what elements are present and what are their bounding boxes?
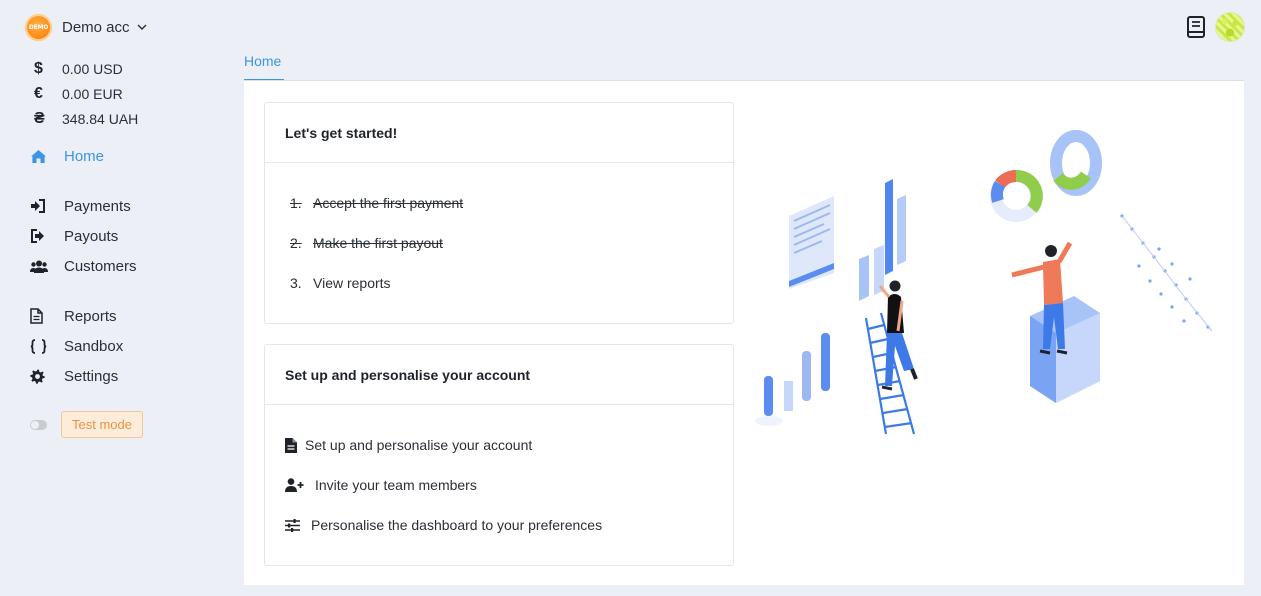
step-label: Make the first payout	[313, 235, 443, 251]
balance-value: 0.00 EUR	[62, 85, 123, 102]
step-label: Accept the first payment	[313, 195, 464, 211]
sliders-icon	[285, 518, 300, 532]
sidebar: DEMO Demo acc $ 0.00 USD € 0.00 EUR ₴ 34…	[0, 0, 230, 596]
step-item[interactable]: 1. Accept the first payment	[290, 183, 733, 223]
chevron-down-icon	[137, 24, 147, 30]
setup-item-label: Personalise the dashboard to your prefer…	[311, 517, 603, 533]
man-illustration	[1011, 241, 1100, 403]
sign-in-icon	[31, 199, 45, 213]
card-title: Let's get started!	[265, 103, 733, 163]
step-label: View reports	[313, 275, 391, 291]
setup-item-dashboard[interactable]: Personalise the dashboard to your prefer…	[285, 505, 733, 545]
sidebar-item-label: Sandbox	[64, 337, 124, 355]
step-number: 3.	[290, 275, 302, 291]
sidebar-item-customers[interactable]: Customers	[30, 253, 220, 279]
sidebar-item-label: Settings	[64, 367, 119, 385]
steps-list: 1. Accept the first payment 2. Make the …	[265, 163, 733, 303]
getting-started-card: Let's get started! 1. Accept the first p…	[264, 102, 734, 324]
sidebar-item-label: Payments	[64, 197, 131, 215]
sidebar-item-home[interactable]: Home	[30, 143, 220, 169]
sidebar-item-reports[interactable]: Reports	[30, 303, 220, 329]
document-icon	[285, 437, 297, 453]
account-logo: DEMO	[25, 13, 52, 41]
avatar[interactable]	[1215, 12, 1245, 42]
balance-usd: $ 0.00 USD	[30, 56, 138, 81]
dashboard-illustration	[755, 130, 1213, 435]
balances: $ 0.00 USD € 0.00 EUR ₴ 348.84 UAH	[30, 56, 138, 131]
step-item[interactable]: 2. Make the first payout	[290, 223, 733, 263]
home-icon	[31, 149, 46, 163]
sidebar-item-label: Payouts	[64, 227, 119, 245]
setup-list: Set up and personalise your account Invi…	[265, 405, 733, 545]
sidebar-item-payments[interactable]: Payments	[30, 193, 220, 219]
balance-value: 0.00 USD	[62, 60, 123, 77]
balance-uah: ₴ 348.84 UAH	[30, 106, 138, 131]
setup-item-account[interactable]: Set up and personalise your account	[285, 425, 733, 465]
braces-icon	[30, 338, 47, 354]
setup-item-label: Invite your team members	[315, 477, 477, 493]
tab-home[interactable]: Home	[244, 48, 284, 81]
step-number: 2.	[290, 235, 302, 251]
card-title: Set up and personalise your account	[265, 345, 733, 405]
sign-out-icon	[31, 229, 44, 243]
balance-eur: € 0.00 EUR	[30, 81, 138, 106]
sidebar-item-payouts[interactable]: Payouts	[30, 223, 220, 249]
setup-item-team[interactable]: Invite your team members	[285, 465, 733, 505]
account-switcher[interactable]: DEMO Demo acc	[25, 13, 148, 41]
donut-chart-illustration	[990, 130, 1102, 222]
document-illustration	[789, 196, 834, 289]
setup-item-label: Set up and personalise your account	[305, 437, 533, 453]
dollar-icon: $	[34, 59, 43, 77]
sidebar-item-label: Reports	[64, 307, 117, 325]
step-number: 1.	[290, 195, 302, 211]
columns-illustration	[755, 333, 830, 426]
sidebar-item-settings[interactable]: Settings	[30, 363, 220, 389]
main-content: Let's get started! 1. Accept the first p…	[244, 80, 1244, 585]
book-icon[interactable]	[1185, 15, 1207, 39]
account-logo-text: DEMO	[28, 23, 49, 31]
sidebar-item-label: Customers	[64, 257, 137, 275]
step-item[interactable]: 3. View reports	[290, 263, 733, 303]
tab-bar: Home	[244, 48, 1244, 81]
dots-illustration	[1120, 214, 1213, 332]
account-name: Demo acc	[62, 18, 130, 36]
hryvnia-icon: ₴	[34, 109, 45, 127]
setup-card: Set up and personalise your account Set …	[264, 344, 734, 566]
test-mode-toggle[interactable]	[30, 419, 47, 430]
balance-value: 348.84 UAH	[62, 110, 139, 127]
sidebar-item-label: Home	[64, 147, 105, 165]
file-icon	[30, 308, 43, 324]
header-actions	[1185, 12, 1245, 42]
test-mode-badge: Test mode	[61, 411, 143, 438]
sidebar-item-sandbox[interactable]: Sandbox	[30, 333, 220, 359]
users-icon	[30, 260, 48, 273]
user-plus-icon	[285, 478, 304, 492]
gear-icon	[30, 368, 45, 384]
euro-icon: €	[34, 84, 43, 102]
test-mode: Test mode	[30, 411, 143, 438]
